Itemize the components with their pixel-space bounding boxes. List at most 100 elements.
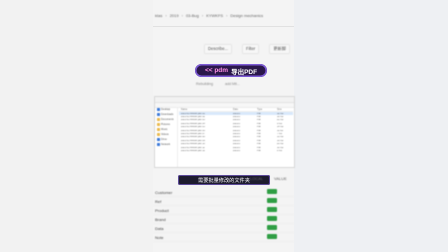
table-row[interactable]: Data Yes [153,224,294,233]
filter-button[interactable]: Filter [242,44,260,54]
download-icon [157,113,160,116]
file-name: 2021-03 Revise part 01 [181,112,205,115]
file-rows: 2021-03 Revise part 01 2021/3 File 12 KB 202… [179,112,293,153]
file-date: 2021/3 [233,146,241,149]
describe-button[interactable]: Describe... [204,44,233,54]
sub-toolbar-item[interactable]: Rebuilding [196,82,213,86]
file-size: 16 KB [277,139,284,142]
breadcrumb-item[interactable]: 2019 [170,13,179,18]
file-date: 2021/3 [233,149,241,152]
status-cell: Yes [267,216,289,222]
properties-table: Customer Yes Ref Yes Product Yes Brand Yes Data Y… [153,188,294,252]
column-header-size[interactable]: Size [277,108,293,111]
drive-icon [157,138,160,141]
file-name: 2021-03 Revise part 07 [181,133,205,136]
table-row[interactable]: Note Yes [153,233,294,242]
table-row[interactable]: Customer Yes [153,188,294,197]
file-size: 7 KB [277,133,282,136]
file-name: 2021-03 Revise part 04 [181,122,205,125]
file-size: 14 KB [277,126,284,129]
caption-part-a: << pdm [204,67,229,74]
folder-icon [157,133,160,136]
file-name: 2021-03 Revise part 03 [181,119,205,122]
file-date: 2021/3 [233,112,241,115]
property-name: Data [155,225,164,231]
right-background [294,0,448,252]
status-badge [267,225,277,230]
file-name: 2021-03 Revise part 02 [181,116,205,119]
file-date: 2021/3 [233,136,241,139]
file-type: File [257,112,261,115]
file-date: 2021/3 [233,119,241,122]
file-date: 2021/3 [233,143,241,146]
breadcrumb-item[interactable]: Design mechanics [230,13,263,18]
sub-toolbar: Rebuilding add Mit... [196,82,240,86]
status-badge [267,234,277,239]
file-size: 18 KB [277,116,284,119]
property-name: Product [155,207,169,213]
file-date: 2021/3 [233,122,241,125]
status-badge [267,207,277,212]
file-date: 2021/3 [233,133,241,136]
folder-icon [157,128,160,131]
chevron-right-icon: › [165,12,167,18]
file-size: 10 KB [277,146,284,149]
status-badge [267,198,277,203]
property-name: Customer [155,189,173,195]
file-name: 2021-03 Revise part 09 [181,139,205,142]
caption-part-b: 导出PDF [231,68,258,76]
chevron-right-icon: › [201,12,204,18]
nav-label: Drive [161,138,167,141]
update-button[interactable]: 更新脚 [269,44,290,54]
table-rows: Customer Yes Ref Yes Product Yes Brand Yes Data Y… [153,188,294,242]
file-size: 9 KB [277,122,282,125]
status-cell: Yes [267,198,289,204]
file-size: 12 KB [277,112,284,115]
property-name: Note [155,234,164,240]
property-name: Brand [155,216,166,222]
file-size: 20 KB [277,143,284,146]
file-type: File [257,149,261,152]
column-header-date[interactable]: Date [233,108,257,111]
navigation-pane: Desktop Downloads Documents Pictures Mus… [155,107,178,167]
file-name: 2021-03 Revise part 06 [181,129,205,132]
column-label-value: VALUE [274,176,287,181]
chevron-right-icon: › [181,12,183,18]
nav-label: Documents [161,118,174,121]
file-date: 2021/3 [233,139,241,142]
table-row[interactable]: Brand Yes [153,215,294,224]
caption-bubble: << pdm 导出PDF [195,64,267,77]
file-date: 2021/3 [233,129,241,132]
breadcrumb: ktas › 2019 › 03-Bug › KYWKFS › Design m… [153,8,296,22]
folder-icon [157,123,160,126]
file-list: Name Date Type Size 2021-03 Revise part … [179,107,293,167]
table-row[interactable]: Ref Yes [153,197,294,206]
table-row[interactable]: Product Yes [153,206,294,215]
status-cell: Yes [267,225,289,231]
file-size: 13 KB [277,136,284,139]
breadcrumb-item[interactable]: ktas [155,13,162,18]
file-type: File [257,129,261,132]
divider [153,26,294,27]
status-cell: Yes [267,207,289,213]
nav-label: Downloads [161,113,174,116]
nav-item[interactable]: Network [155,142,177,147]
file-name: 2021-03 Revise part 08 [181,136,205,139]
file-type: File [257,122,261,125]
file-name: 2021-03 Revise part 11 [181,146,205,149]
file-row[interactable]: 2021-03 Revise part 12 2021/3 File 8 KB [179,149,293,152]
sub-toolbar-item[interactable]: add Mit... [225,82,240,86]
column-header-type[interactable]: Type [257,108,277,111]
file-type: File [257,116,261,119]
status-cell: Yes [267,189,289,195]
file-type: File [257,146,261,149]
breadcrumb-item[interactable]: KYWKFS [206,13,223,18]
file-type: File [257,143,261,146]
file-name: 2021-03 Revise part 05 [181,126,205,129]
file-size: 21 KB [277,119,284,122]
column-header-name[interactable]: Name [179,108,233,111]
status-cell: Yes [267,234,289,240]
desktop-icon [157,108,160,111]
breadcrumb-item[interactable]: 03-Bug [186,13,199,18]
file-size: 8 KB [277,149,282,152]
